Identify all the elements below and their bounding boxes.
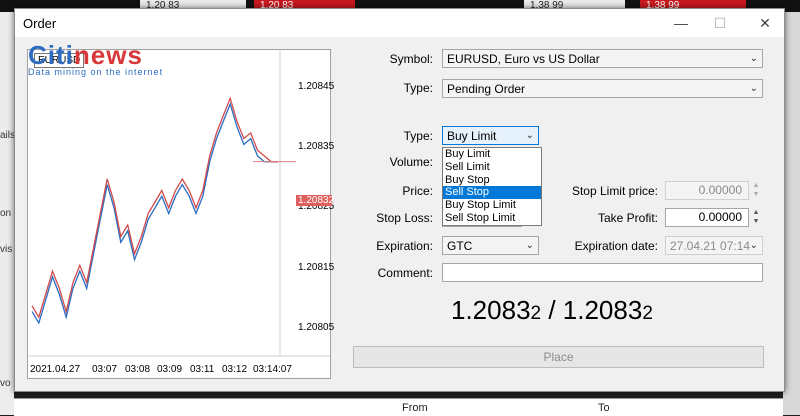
expiration-date-label: Expiration date: — [574, 239, 658, 253]
pending-type-label: Type: — [403, 129, 433, 143]
chevron-down-icon: ⌄ — [525, 240, 534, 251]
expiration-select-value: GTC — [447, 239, 473, 253]
y-tick-label: 1.20805 — [298, 322, 335, 333]
dialog-title: Order — [23, 16, 57, 31]
dropdown-option[interactable]: Sell Stop — [443, 186, 541, 200]
x-tick-label: 2021.04.27 — [30, 364, 81, 375]
symbol-label: Symbol: — [389, 52, 433, 66]
dropdown-option[interactable]: Buy Stop — [443, 174, 541, 187]
column-header-from: From — [402, 402, 428, 414]
x-tick-label: 03:12 — [222, 364, 248, 375]
chevron-down-icon: ⌄ — [749, 83, 758, 94]
stop-limit-stepper[interactable]: ▲ ▼ — [750, 181, 762, 200]
symbol-select-value: EURUSD, Euro vs US Dollar — [447, 52, 600, 66]
take-profit-input[interactable]: 0.00000 — [665, 208, 749, 227]
terminal-bottom-panel: From To — [14, 398, 783, 416]
x-tick-label: 03:14:07 — [253, 364, 292, 375]
maximize-button[interactable]: ☐ — [705, 11, 735, 35]
quote-separator: / — [541, 295, 563, 325]
column-header-to: To — [598, 402, 610, 414]
pending-type-select-value: Buy Limit — [447, 129, 497, 143]
stop-limit-price-input[interactable]: 0.00000 — [665, 181, 749, 200]
background-label: vo — [0, 378, 11, 389]
price-label: Price: — [402, 184, 433, 198]
dropdown-option[interactable]: Buy Stop Limit — [443, 199, 541, 212]
dialog-titlebar: Order — ☐ ✕ — [15, 9, 784, 37]
bid-price: 1.2083 — [451, 295, 531, 325]
pending-type-select[interactable]: Buy Limit ⌄ — [442, 126, 539, 145]
pending-type-dropdown-list: Buy Limit Sell Limit Buy Stop Sell Stop Buy … — [442, 147, 542, 226]
order-type-label: Type: — [403, 81, 433, 95]
terminal-left-panel: ails on vis vo — [0, 12, 16, 415]
stop-loss-label: Stop Loss: — [376, 211, 433, 225]
watermark-title-accent: news — [73, 40, 143, 70]
background-label: on — [0, 208, 12, 219]
watermark-logo: Citinews Data mining on the internet — [28, 40, 163, 77]
terminal-right-panel — [783, 12, 800, 415]
expiration-date-picker[interactable]: 27.04.21 07:14 ⌄ — [665, 236, 763, 255]
x-tick-label: 03:09 — [157, 364, 183, 375]
tick-chart-plot — [28, 50, 330, 357]
ask-price: 1.2083 — [562, 295, 643, 325]
stop-limit-price-label: Stop Limit price: — [571, 184, 658, 198]
bid-ask-quote: 1.20832 / 1.20832 — [451, 295, 653, 326]
order-type-select-value: Pending Order — [447, 82, 526, 96]
expiration-select[interactable]: GTC ⌄ — [442, 236, 539, 255]
tick-chart: EURUSD Citinews Data mining on the inter… — [27, 40, 335, 379]
dropdown-option[interactable]: Buy Limit — [443, 148, 541, 161]
close-button[interactable]: ✕ — [750, 11, 780, 35]
expiration-label: Expiration: — [376, 239, 433, 253]
dropdown-option[interactable]: Sell Limit — [443, 161, 541, 174]
place-button[interactable]: Place — [353, 346, 764, 368]
x-tick-label: 03:07 — [92, 364, 118, 375]
bid-price-pip: 2 — [530, 303, 542, 324]
comment-label: Comment: — [377, 266, 433, 280]
series-line-bid — [31, 102, 278, 325]
background-label: vis — [0, 244, 13, 255]
volume-label: Volume: — [389, 155, 433, 169]
chevron-down-icon: ⌄ — [525, 130, 534, 141]
order-type-select[interactable]: Pending Order ⌄ — [442, 79, 763, 98]
x-tick-label: 03:11 — [190, 364, 215, 375]
dropdown-option[interactable]: Sell Stop Limit — [443, 212, 541, 225]
ask-price-pip: 2 — [642, 303, 653, 324]
take-profit-stepper[interactable]: ▲ ▼ — [750, 208, 762, 227]
take-profit-label: Take Profit: — [597, 211, 658, 225]
order-dialog: Order — ☐ ✕ EURUSD Citinews Data mining … — [14, 8, 785, 392]
symbol-select[interactable]: EURUSD, Euro vs US Dollar ⌄ — [442, 49, 763, 68]
background-label: ails — [0, 130, 16, 141]
chevron-down-icon: ⌄ — [749, 53, 758, 64]
minimize-button[interactable]: — — [666, 11, 696, 35]
comment-input[interactable] — [442, 263, 763, 282]
watermark-title: Citi — [28, 40, 74, 70]
chevron-down-icon: ⌄ — [749, 240, 758, 251]
expiration-date-value: 27.04.21 07:14 — [670, 239, 751, 253]
watermark-subtitle: Data mining on the internet — [28, 67, 164, 77]
x-tick-label: 03:08 — [125, 364, 151, 375]
